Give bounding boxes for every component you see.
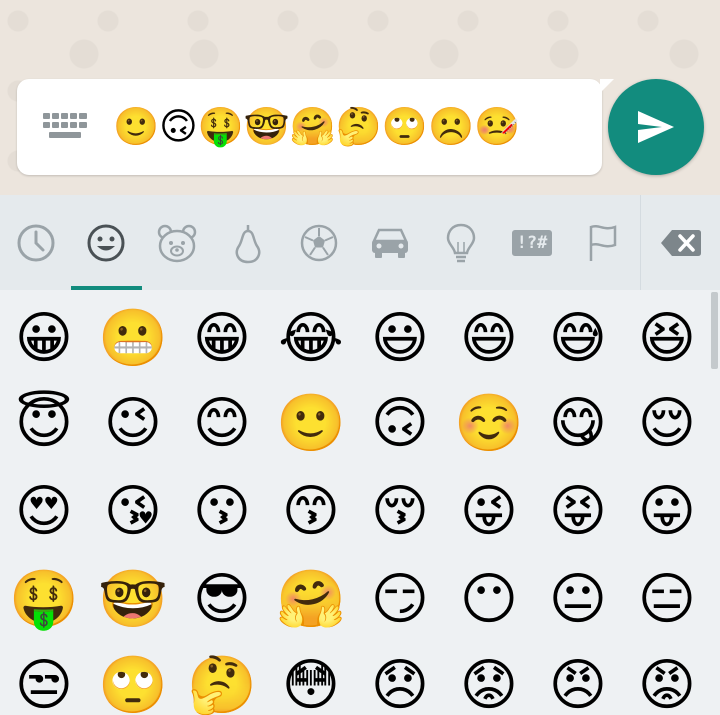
- send-button[interactable]: [608, 79, 704, 175]
- emoji-grid-scrollbar[interactable]: [711, 292, 718, 369]
- emoji-key[interactable]: 😡: [623, 642, 711, 715]
- emoji-key[interactable]: 😏: [356, 556, 444, 644]
- backspace-button[interactable]: [640, 195, 720, 290]
- emoji-key[interactable]: 😠: [534, 642, 622, 715]
- clock-icon: [17, 224, 55, 261]
- emoji-category-tabs: !?#: [0, 195, 720, 291]
- tab-food[interactable]: [213, 195, 283, 290]
- keyboard-icon: [43, 113, 87, 138]
- tab-activity[interactable]: [284, 195, 354, 290]
- symbols-icon: !?#: [511, 229, 553, 256]
- emoji-key[interactable]: 😳: [267, 642, 355, 715]
- emoji-key[interactable]: 😑: [623, 556, 711, 644]
- symbols-label: !?#: [516, 232, 548, 253]
- flag-icon: [589, 224, 617, 261]
- emoji-key[interactable]: 😛: [623, 468, 711, 556]
- emoji-key[interactable]: 🤔: [178, 642, 266, 715]
- message-input-bar[interactable]: 🙂🙃🤑🤓🤗🤔🙄☹️🤒: [17, 79, 614, 175]
- emoji-key[interactable]: 😗: [178, 468, 266, 556]
- emoji-key[interactable]: 😊: [178, 380, 266, 468]
- tab-symbols[interactable]: !?#: [497, 195, 567, 290]
- emoji-key[interactable]: 😝: [534, 468, 622, 556]
- emoji-key[interactable]: 😇: [0, 380, 88, 468]
- message-input[interactable]: 🙂🙃🤑🤓🤗🤔🙄☹️🤒: [113, 103, 520, 151]
- emoji-key[interactable]: 🤗: [267, 556, 355, 644]
- emoji-key[interactable]: 😚: [356, 468, 444, 556]
- emoji-key[interactable]: 😎: [178, 556, 266, 644]
- emoji-key[interactable]: ☺️: [445, 380, 533, 468]
- emoji-key[interactable]: 😘: [89, 468, 177, 556]
- emoji-key[interactable]: 😟: [445, 642, 533, 715]
- emoji-key[interactable]: 😒: [0, 642, 88, 715]
- lightbulb-icon: [446, 223, 476, 262]
- car-icon: [372, 228, 408, 258]
- emoji-key[interactable]: 😄: [445, 295, 533, 383]
- tab-flags[interactable]: [568, 195, 638, 290]
- emoji-key[interactable]: 🙃: [356, 380, 444, 468]
- smiley-icon: [87, 224, 125, 261]
- emoji-key[interactable]: 😬: [89, 295, 177, 383]
- tab-travel[interactable]: [355, 195, 425, 290]
- tab-recent[interactable]: [1, 195, 71, 290]
- emoji-key[interactable]: 😃: [356, 295, 444, 383]
- emoji-key[interactable]: 😅: [534, 295, 622, 383]
- tab-objects[interactable]: [426, 195, 496, 290]
- emoji-key[interactable]: 😞: [356, 642, 444, 715]
- backspace-icon: [661, 229, 701, 256]
- emoji-key[interactable]: 😆: [623, 295, 711, 383]
- soccer-ball-icon: [300, 224, 338, 261]
- emoji-key[interactable]: 😌: [623, 380, 711, 468]
- emoji-key[interactable]: 🙄: [89, 642, 177, 715]
- emoji-key[interactable]: 😉: [89, 380, 177, 468]
- emoji-key[interactable]: 😁: [178, 295, 266, 383]
- keyboard-toggle-button[interactable]: [39, 109, 91, 143]
- emoji-key[interactable]: 😀: [0, 295, 88, 383]
- emoji-key[interactable]: 😶: [445, 556, 533, 644]
- tab-smileys[interactable]: [71, 195, 141, 290]
- emoji-key[interactable]: 🤑: [0, 556, 88, 644]
- tab-animals[interactable]: [142, 195, 212, 290]
- pear-icon: [235, 224, 261, 263]
- emoji-key[interactable]: 😜: [445, 468, 533, 556]
- emoji-grid: 😀 😬 😁 😂 😃 😄 😅 😆 😇 😉 😊 🙂 🙃 ☺️ 😋 😌 😍 😘 😗 😙 😚 😜 😝 😛 🤑 🤓 😎 🤗 😏 😶 😐 😑 😒 🙄 🤔 😳 😞 😟 😠…: [0, 290, 720, 715]
- emoji-key[interactable]: 😐: [534, 556, 622, 644]
- emoji-key[interactable]: 😂: [267, 295, 355, 383]
- emoji-key[interactable]: 🙂: [267, 380, 355, 468]
- emoji-key[interactable]: 🤓: [89, 556, 177, 644]
- send-icon: [638, 111, 674, 143]
- emoji-key[interactable]: 😍: [0, 468, 88, 556]
- emoji-key[interactable]: 😙: [267, 468, 355, 556]
- emoji-key[interactable]: 😋: [534, 380, 622, 468]
- bear-icon: [157, 224, 197, 262]
